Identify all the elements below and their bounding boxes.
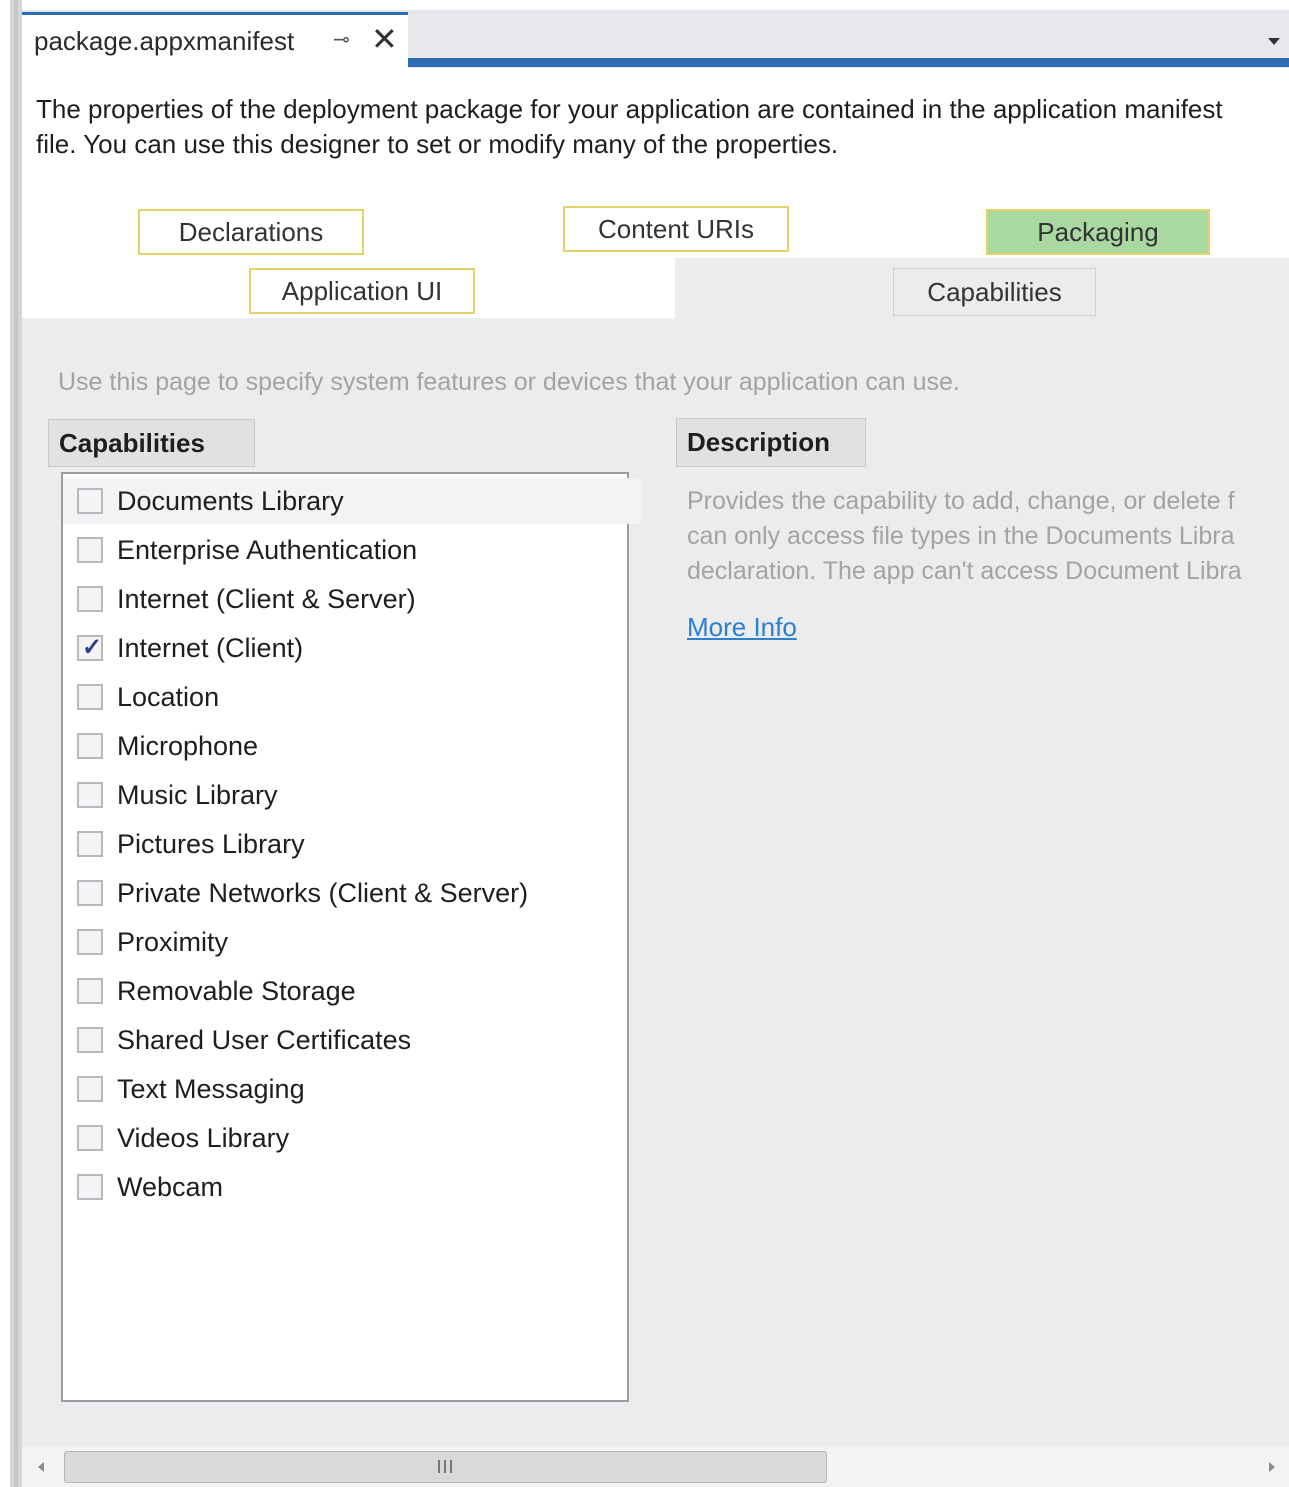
capability-label: Text Messaging [117, 1073, 305, 1104]
capability-checkbox[interactable] [77, 978, 103, 1004]
capability-item[interactable]: Shared User Certificates [77, 1017, 625, 1063]
capability-checkbox[interactable] [77, 733, 103, 759]
capability-checkbox[interactable] [77, 782, 103, 808]
capability-checkbox[interactable] [77, 1125, 103, 1151]
capability-label: Microphone [117, 730, 259, 761]
capability-item[interactable]: Text Messaging [77, 1066, 625, 1112]
tab-dropdown-icon[interactable] [1266, 34, 1282, 50]
scrollbar-thumb[interactable]: III [64, 1451, 827, 1483]
capability-label: Private Networks (Client & Server) [117, 877, 529, 908]
description-line: declaration. The app can't access Docume… [687, 557, 1242, 585]
capability-item[interactable]: Internet (Client) [77, 625, 625, 671]
capability-item[interactable]: Enterprise Authentication [77, 527, 625, 573]
tab-declarations[interactable]: Declarations [138, 209, 364, 255]
capability-checkbox[interactable] [77, 831, 103, 857]
capability-label: Location [117, 681, 220, 712]
capability-item[interactable]: Pictures Library [77, 821, 625, 867]
capability-label: Removable Storage [117, 975, 356, 1006]
capability-checkbox[interactable] [77, 537, 103, 563]
capability-label: Shared User Certificates [117, 1024, 412, 1055]
pin-icon[interactable]: ⊸ [333, 30, 353, 50]
description-line: can only access file types in the Docume… [687, 522, 1235, 550]
capability-item[interactable]: Private Networks (Client & Server) [77, 870, 625, 916]
capability-label: Webcam [117, 1171, 224, 1202]
tab-content-uris[interactable]: Content URIs [563, 206, 789, 252]
capability-label: Internet (Client & Server) [117, 583, 416, 614]
more-info-link[interactable]: More Info [687, 612, 797, 643]
capability-checkbox[interactable] [77, 586, 103, 612]
scroll-right-arrow-icon[interactable] [1266, 1460, 1278, 1474]
page-hint: Use this page to specify system features… [58, 368, 960, 396]
capability-label: Music Library [117, 779, 278, 810]
capability-label: Proximity [117, 926, 229, 957]
capabilities-list: Documents Library Enterprise Authenticati… [61, 472, 641, 1402]
capability-checkbox[interactable] [77, 684, 103, 710]
description-column-header: Description [676, 418, 866, 467]
capability-checkbox[interactable] [77, 488, 103, 514]
description-line: Provides the capability to add, change, … [687, 487, 1235, 515]
tab-packaging[interactable]: Packaging [986, 209, 1210, 255]
tab-strip-accent-line [408, 58, 1289, 67]
capability-label: Videos Library [117, 1122, 290, 1153]
capability-item[interactable]: Proximity [77, 919, 625, 965]
capability-item[interactable]: Microphone [77, 723, 625, 769]
document-tab-title: package.appxmanifest [34, 26, 295, 56]
capability-label: Documents Library [117, 485, 344, 516]
capability-checkbox[interactable] [77, 929, 103, 955]
capability-checkbox[interactable] [77, 633, 103, 662]
capability-label: Enterprise Authentication [117, 534, 418, 565]
capability-label: Internet (Client) [117, 632, 304, 663]
tab-capabilities[interactable]: Capabilities [893, 268, 1096, 316]
capability-item[interactable]: Location [77, 674, 625, 720]
capability-item[interactable]: Videos Library [77, 1115, 625, 1161]
window-frame-edge-inner [14, 0, 18, 1487]
tab-application-ui[interactable]: Application UI [249, 268, 475, 314]
capability-item[interactable]: Webcam [77, 1164, 625, 1210]
capability-label: Pictures Library [117, 828, 305, 859]
capability-checkbox[interactable] [77, 1076, 103, 1102]
capabilities-column-header: Capabilities [48, 419, 255, 467]
capability-item[interactable]: Documents Library [63, 478, 641, 524]
capability-checkbox[interactable] [77, 1174, 103, 1200]
close-icon[interactable]: ✕ [371, 22, 401, 56]
description-text: Provides the capability to add, change, … [687, 484, 1289, 589]
intro-text: The properties of the deployment package… [36, 94, 1223, 159]
capability-checkbox[interactable] [77, 880, 103, 906]
capability-item[interactable]: Internet (Client & Server) [77, 576, 625, 622]
capability-item[interactable]: Music Library [77, 772, 625, 818]
capability-checkbox[interactable] [77, 1027, 103, 1053]
scroll-left-arrow-icon[interactable] [36, 1460, 48, 1474]
capability-item[interactable]: Removable Storage [77, 968, 625, 1014]
